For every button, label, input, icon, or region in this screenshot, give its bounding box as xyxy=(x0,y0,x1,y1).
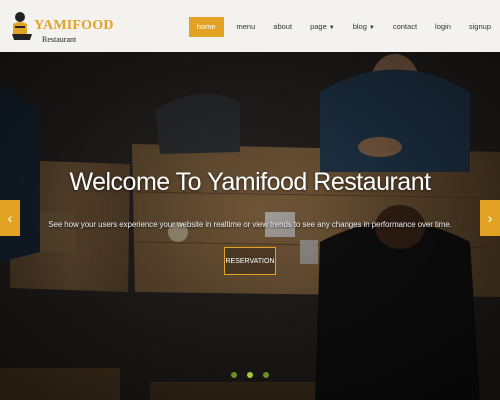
hero-subtitle: See how your users experience your websi… xyxy=(48,220,452,229)
caret-down-icon: ▼ xyxy=(328,25,335,31)
nav-item-blog[interactable]: blog ▼ xyxy=(344,17,384,37)
nav-item-contact[interactable]: contact xyxy=(384,17,426,37)
nav-item-page[interactable]: page ▼ xyxy=(301,17,344,37)
nav-item-signup[interactable]: signup xyxy=(460,17,500,37)
nav-item-login[interactable]: login xyxy=(426,17,460,37)
logo[interactable]: YAMIFOOD Restaurant xyxy=(10,8,113,48)
nav-item-about[interactable]: about xyxy=(264,17,301,37)
slider-dot[interactable] xyxy=(263,372,269,378)
brand-tagline: Restaurant xyxy=(42,35,77,44)
chevron-right-icon: › xyxy=(487,210,493,226)
nav-label: home xyxy=(196,22,216,31)
slider-next-button[interactable]: › xyxy=(480,200,500,236)
main-nav: home menu about page ▼ blog ▼ contact logi… xyxy=(188,16,500,38)
hero-slider: Welcome To Yamifood Restaurant See how y… xyxy=(0,52,500,400)
nav-label: contact xyxy=(392,22,418,31)
nav-item-menu[interactable]: menu xyxy=(228,17,265,37)
reservation-button[interactable]: RESERVATION xyxy=(224,247,276,275)
slider-dot[interactable] xyxy=(247,372,253,378)
site-header: YAMIFOOD Restaurant home menu about page… xyxy=(0,0,500,52)
slider-dot[interactable] xyxy=(231,372,237,378)
nav-label: page xyxy=(310,22,327,31)
nav-label: about xyxy=(273,22,293,31)
nav-item-home[interactable]: home xyxy=(188,17,224,37)
caret-down-icon: ▼ xyxy=(368,25,375,31)
nav-label: signup xyxy=(468,22,491,31)
nav-label: blog xyxy=(352,22,367,31)
chevron-left-icon: ‹ xyxy=(7,210,13,226)
nav-label: login xyxy=(435,22,451,31)
slider-prev-button[interactable]: ‹ xyxy=(0,200,20,236)
hero-title: Welcome To Yamifood Restaurant xyxy=(69,168,431,196)
brand-name: YAMIFOOD xyxy=(34,18,114,33)
nav-label: menu xyxy=(236,22,256,31)
slider-dots xyxy=(0,372,500,378)
